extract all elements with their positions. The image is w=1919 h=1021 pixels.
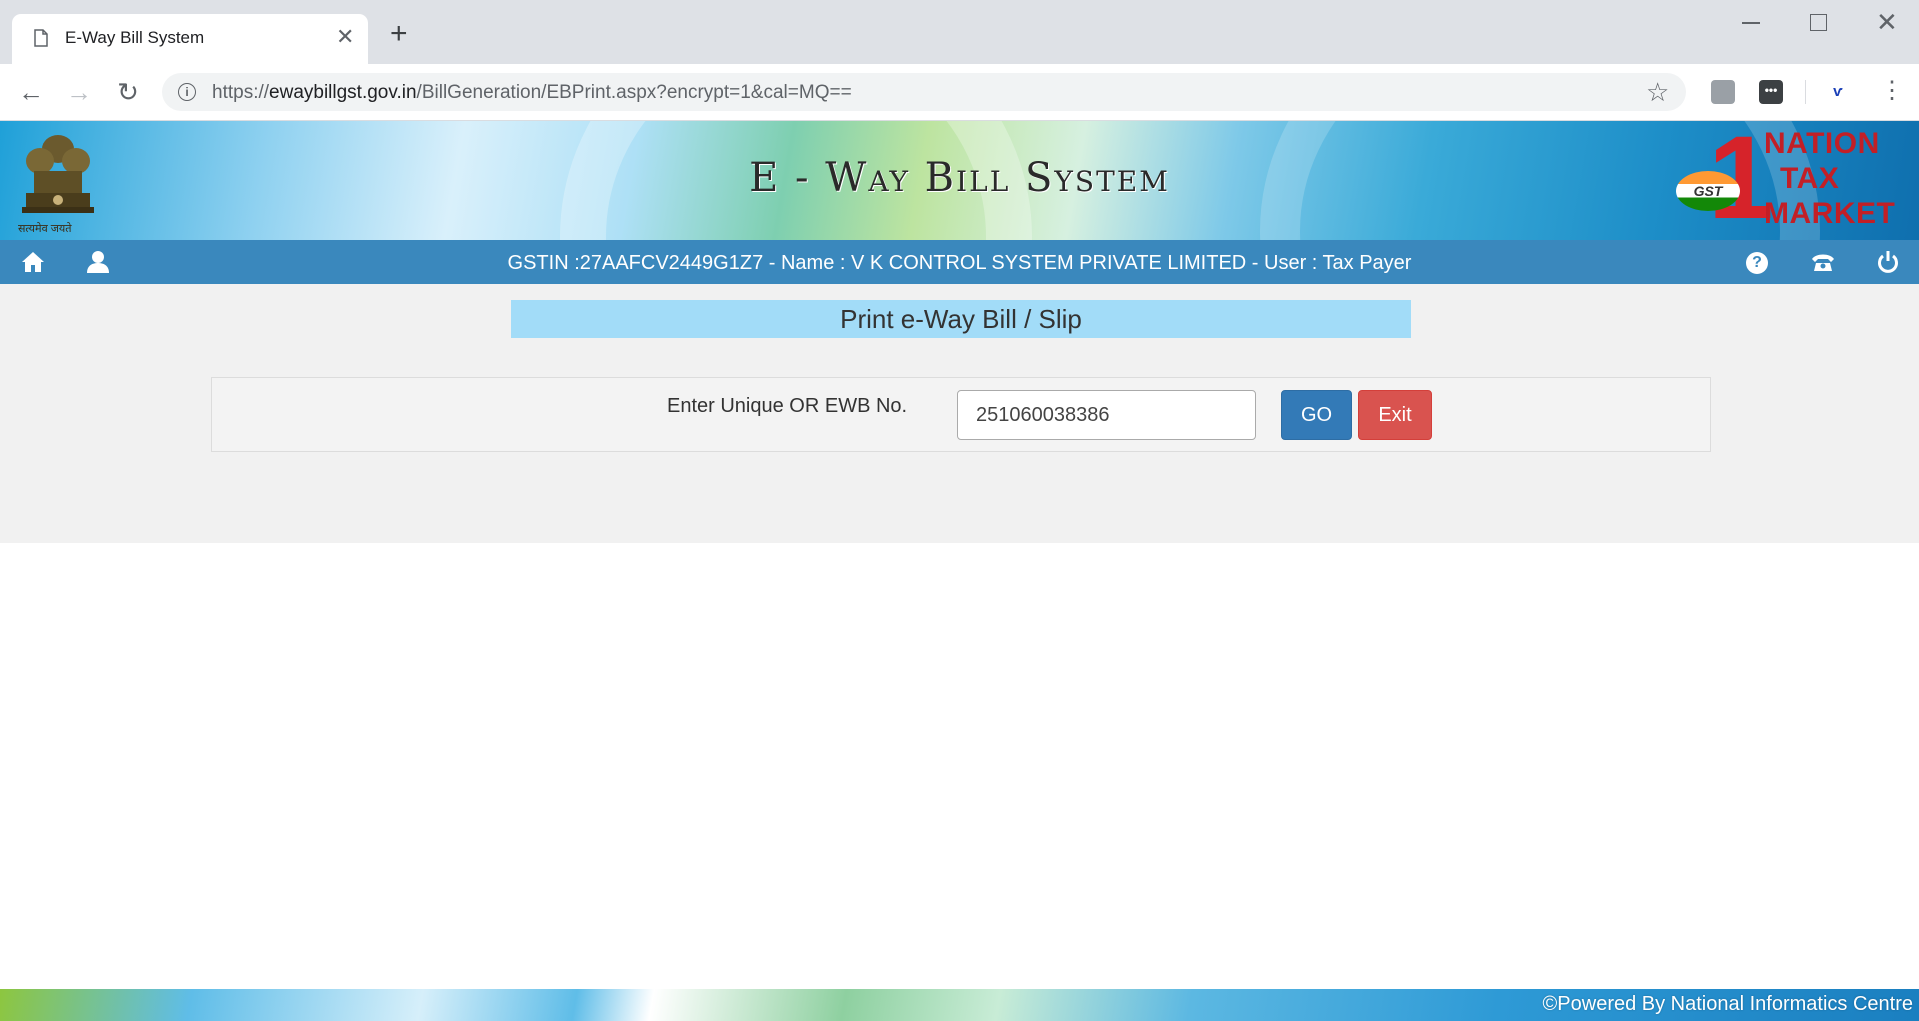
- logo-line: MARKET: [1764, 197, 1896, 230]
- logout-power-icon[interactable]: [1875, 249, 1901, 275]
- toolbar-divider: [1805, 80, 1806, 104]
- site-title: E - Way Bill System: [749, 155, 1170, 201]
- maximize-window-icon[interactable]: [1810, 14, 1827, 31]
- browser-menu-icon[interactable]: ⋮: [1880, 76, 1904, 106]
- reload-icon[interactable]: ↻: [110, 74, 146, 110]
- close-window-icon[interactable]: ✕: [1876, 6, 1898, 38]
- ewb-number-label: Enter Unique OR EWB No.: [667, 395, 908, 417]
- extension-icon[interactable]: [1711, 80, 1735, 104]
- vpn-extension-icon[interactable]: ѵ: [1826, 80, 1850, 104]
- browser-toolbar: ← → ↻ i https://ewaybillgst.gov.in/BillG…: [0, 64, 1919, 121]
- close-tab-icon[interactable]: ✕: [336, 26, 354, 48]
- logo-gst-badge: GST: [1676, 171, 1740, 211]
- url-text[interactable]: https://ewaybillgst.gov.in/BillGeneratio…: [212, 82, 852, 104]
- back-arrow-icon[interactable]: ←: [13, 74, 49, 110]
- site-banner: सत्यमेव जयते E - Way Bill System 1 GST N…: [0, 121, 1919, 240]
- exit-button[interactable]: Exit: [1358, 390, 1432, 440]
- user-info-text: GSTIN :27AAFCV2449G1Z7 - Name : V K CONT…: [507, 252, 1412, 274]
- ewb-number-input[interactable]: [957, 390, 1256, 440]
- new-tab-icon[interactable]: +: [390, 19, 408, 49]
- go-button[interactable]: GO: [1281, 390, 1352, 440]
- help-icon[interactable]: ?: [1746, 252, 1768, 274]
- print-form-panel: Enter Unique OR EWB No. GO Exit: [211, 377, 1711, 452]
- address-bar[interactable]: i https://ewaybillgst.gov.in/BillGenerat…: [162, 73, 1686, 111]
- browser-tabstrip: E-Way Bill System ✕ + ✕: [0, 0, 1919, 64]
- forward-arrow-icon[interactable]: →: [61, 74, 97, 110]
- page-title: Print e-Way Bill / Slip: [511, 300, 1411, 338]
- emblem-caption: सत्यमेव जयते: [18, 223, 72, 235]
- phone-icon[interactable]: [1810, 249, 1836, 275]
- site-navbar: GSTIN :27AAFCV2449G1Z7 - Name : V K CONT…: [0, 240, 1919, 284]
- minimize-window-icon[interactable]: [1742, 22, 1760, 24]
- logo-line: TAX: [1780, 162, 1840, 195]
- tab-title: E-Way Bill System: [65, 28, 205, 47]
- logo-line: NATION: [1764, 127, 1880, 160]
- password-manager-extension-icon[interactable]: •••: [1759, 80, 1783, 104]
- browser-tab[interactable]: E-Way Bill System ✕: [12, 14, 368, 64]
- one-nation-tax-logo: 1 GST NATION TAX MARKET: [1672, 121, 1917, 237]
- site-info-icon[interactable]: i: [178, 83, 196, 101]
- bookmark-star-icon[interactable]: ☆: [1646, 77, 1669, 107]
- footer-credit: ©Powered By National Informatics Centre: [1542, 993, 1913, 1015]
- site-footer: ©Powered By National Informatics Centre: [0, 989, 1919, 1021]
- document-icon: [34, 29, 48, 47]
